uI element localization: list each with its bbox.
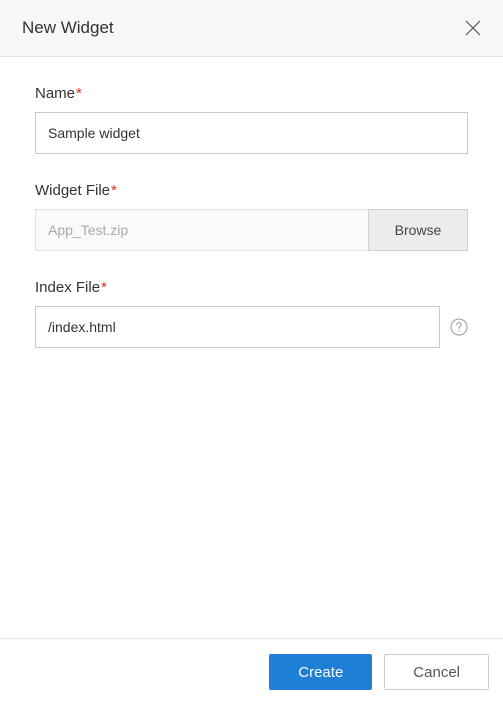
form-group-name: Name*	[35, 85, 468, 154]
index-file-row	[35, 306, 468, 348]
close-icon[interactable]	[465, 20, 481, 36]
name-label-text: Name	[35, 85, 75, 102]
form-group-widget-file: Widget File* App_Test.zip Browse	[35, 182, 468, 251]
dialog-body: Name* Widget File* App_Test.zip Browse I…	[0, 57, 503, 638]
help-icon[interactable]	[450, 318, 468, 336]
widget-file-row: App_Test.zip Browse	[35, 209, 468, 251]
required-asterisk: *	[101, 279, 107, 296]
index-file-label-text: Index File	[35, 279, 100, 296]
dialog-title: New Widget	[22, 18, 114, 38]
name-input[interactable]	[35, 112, 468, 154]
browse-button[interactable]: Browse	[368, 209, 468, 251]
index-file-label: Index File*	[35, 279, 468, 296]
create-button[interactable]: Create	[269, 654, 372, 690]
widget-file-label-text: Widget File	[35, 182, 110, 199]
dialog-footer: Create Cancel	[0, 638, 503, 705]
required-asterisk: *	[111, 182, 117, 199]
required-asterisk: *	[76, 85, 82, 102]
cancel-button[interactable]: Cancel	[384, 654, 489, 690]
index-file-input[interactable]	[35, 306, 440, 348]
widget-file-label: Widget File*	[35, 182, 468, 199]
dialog-header: New Widget	[0, 0, 503, 57]
form-group-index-file: Index File*	[35, 279, 468, 348]
widget-file-display: App_Test.zip	[35, 209, 368, 251]
name-label: Name*	[35, 85, 468, 102]
